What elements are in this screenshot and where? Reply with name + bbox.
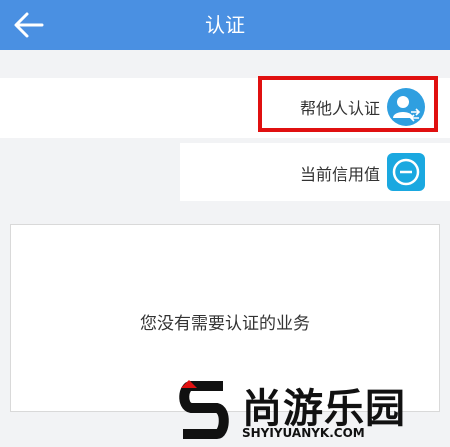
watermark-logo-icon — [179, 380, 229, 439]
empty-message: 您没有需要认证的业务 — [140, 314, 310, 334]
credit-value-label: 当前信用值 — [299, 165, 380, 184]
page-title: 认证 — [205, 13, 245, 37]
credit-gauge-icon — [387, 153, 425, 191]
highlight-box — [258, 76, 438, 132]
watermark-en: SHYIYUANYK.COM — [242, 426, 365, 440]
credit-value-row[interactable]: 当前信用值 — [180, 143, 450, 201]
top-bar: 认证 — [0, 0, 450, 50]
watermark: 尚游乐园 SHYIYUANYK.COM — [172, 374, 450, 447]
